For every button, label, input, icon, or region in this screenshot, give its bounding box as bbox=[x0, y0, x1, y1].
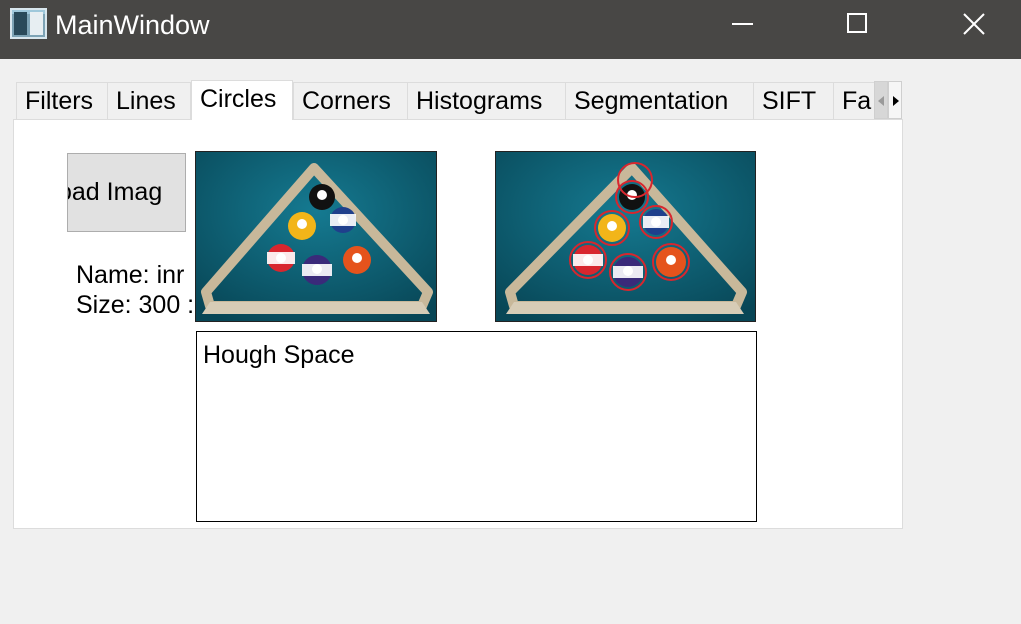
tab-fa[interactable]: Fa bbox=[833, 82, 876, 120]
billiard-balls-detected bbox=[496, 152, 755, 321]
tab-lines[interactable]: Lines bbox=[107, 82, 191, 120]
close-icon bbox=[963, 13, 985, 35]
ball-21 bbox=[343, 246, 371, 274]
tab-scroll-right-button[interactable] bbox=[888, 81, 902, 119]
app-icon bbox=[10, 8, 47, 39]
tab-sift[interactable]: SIFT bbox=[753, 82, 834, 120]
circles-tab-panel: oad Imag Name: inr Size: 300 : Hough Spa… bbox=[13, 119, 903, 529]
load-image-button-label: oad Imag bbox=[67, 178, 163, 206]
ball-18 bbox=[643, 209, 669, 235]
load-image-button[interactable]: oad Imag bbox=[67, 153, 186, 232]
image-info: Name: inr Size: 300 : bbox=[76, 260, 196, 320]
chevron-right-icon bbox=[893, 96, 899, 106]
chevron-left-icon bbox=[878, 96, 884, 106]
close-button[interactable] bbox=[944, 0, 1002, 50]
ball-17 bbox=[288, 212, 316, 240]
tab-histograms[interactable]: Histograms bbox=[407, 82, 566, 120]
tab-circles[interactable]: Circles bbox=[191, 80, 293, 120]
ball-20 bbox=[302, 255, 332, 285]
ball-21 bbox=[656, 247, 686, 277]
ball-19 bbox=[573, 245, 603, 275]
detected-circles-image bbox=[495, 151, 756, 322]
window-title: MainWindow bbox=[55, 10, 210, 40]
maximize-icon bbox=[847, 13, 867, 33]
tab-segmentation[interactable]: Segmentation bbox=[565, 82, 754, 120]
minimize-button[interactable] bbox=[713, 0, 771, 50]
ball-19 bbox=[267, 244, 295, 272]
billiard-balls-image bbox=[196, 152, 436, 321]
ball-17 bbox=[598, 214, 626, 242]
ball-20 bbox=[613, 257, 643, 287]
hough-space-label: Hough Space bbox=[203, 341, 355, 369]
tab-scroll-left-button[interactable] bbox=[874, 81, 888, 119]
tab-corners[interactable]: Corners bbox=[293, 82, 408, 120]
tab-bar: Filters Lines Circles Corners Histograms… bbox=[16, 80, 876, 120]
tab-widget: Filters Lines Circles Corners Histograms… bbox=[13, 80, 903, 529]
minimize-icon bbox=[732, 23, 753, 25]
original-image bbox=[195, 151, 437, 322]
title-bar: MainWindow bbox=[0, 0, 1021, 59]
ball-18 bbox=[330, 207, 356, 233]
maximize-button[interactable] bbox=[828, 0, 886, 50]
image-name-label: Name: inr bbox=[76, 261, 185, 289]
ball-8 bbox=[309, 184, 335, 210]
tab-filters[interactable]: Filters bbox=[16, 82, 108, 120]
hough-space-view: Hough Space bbox=[196, 331, 757, 522]
image-size-label: Size: 300 : bbox=[76, 291, 195, 319]
